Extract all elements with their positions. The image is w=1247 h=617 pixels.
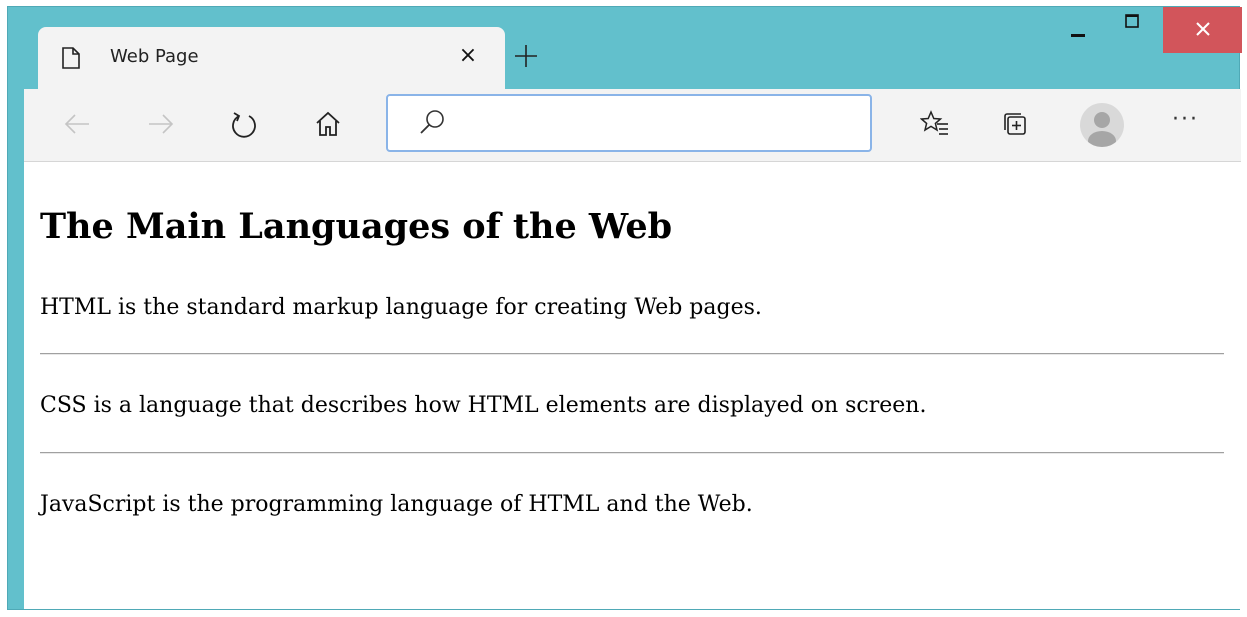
minimize-icon <box>1071 34 1085 37</box>
new-tab-button[interactable] <box>513 43 539 69</box>
divider <box>40 452 1224 454</box>
favorites-icon <box>920 110 948 135</box>
tab-title: Web Page <box>110 46 199 67</box>
document-icon <box>62 47 80 69</box>
paragraph-javascript: JavaScript is the programming language o… <box>40 492 753 517</box>
page-heading: The Main Languages of the Web <box>40 206 673 247</box>
address-bar[interactable] <box>386 94 872 152</box>
browser-window: Web Page × ··· The Main Languages of the… <box>7 6 1242 610</box>
maximize-button[interactable] <box>1125 13 1139 28</box>
plus-icon <box>515 45 537 67</box>
refresh-button[interactable] <box>229 109 259 139</box>
paragraph-html: HTML is the standard markup language for… <box>40 295 762 320</box>
close-window-button[interactable] <box>1163 7 1242 53</box>
browser-toolbar: ··· <box>24 89 1241 162</box>
home-icon <box>316 111 340 136</box>
collections-button[interactable] <box>1000 109 1030 139</box>
more-icon: ··· <box>1172 107 1199 132</box>
search-icon <box>418 108 446 136</box>
minimize-button[interactable] <box>1071 23 1085 37</box>
paragraph-css: CSS is a language that describes how HTM… <box>40 393 927 418</box>
page-viewport: The Main Languages of the Web HTML is th… <box>24 162 1241 609</box>
more-button[interactable]: ··· <box>1172 109 1199 131</box>
maximize-icon <box>1125 14 1139 28</box>
back-icon <box>64 114 89 134</box>
profile-icon <box>1088 112 1116 147</box>
close-icon <box>1196 22 1210 36</box>
forward-icon <box>149 114 174 134</box>
back-button[interactable] <box>62 109 92 139</box>
favorites-button[interactable] <box>920 109 950 139</box>
tab-web-page[interactable]: Web Page × <box>38 27 505 89</box>
forward-button[interactable] <box>146 109 176 139</box>
close-tab-button[interactable]: × <box>456 44 480 68</box>
collections-icon <box>1004 113 1026 135</box>
divider <box>40 353 1224 355</box>
home-button[interactable] <box>313 109 343 139</box>
search-input[interactable] <box>458 106 862 142</box>
refresh-icon <box>232 112 256 138</box>
profile-button[interactable] <box>1080 103 1124 147</box>
close-icon: × <box>458 43 478 68</box>
